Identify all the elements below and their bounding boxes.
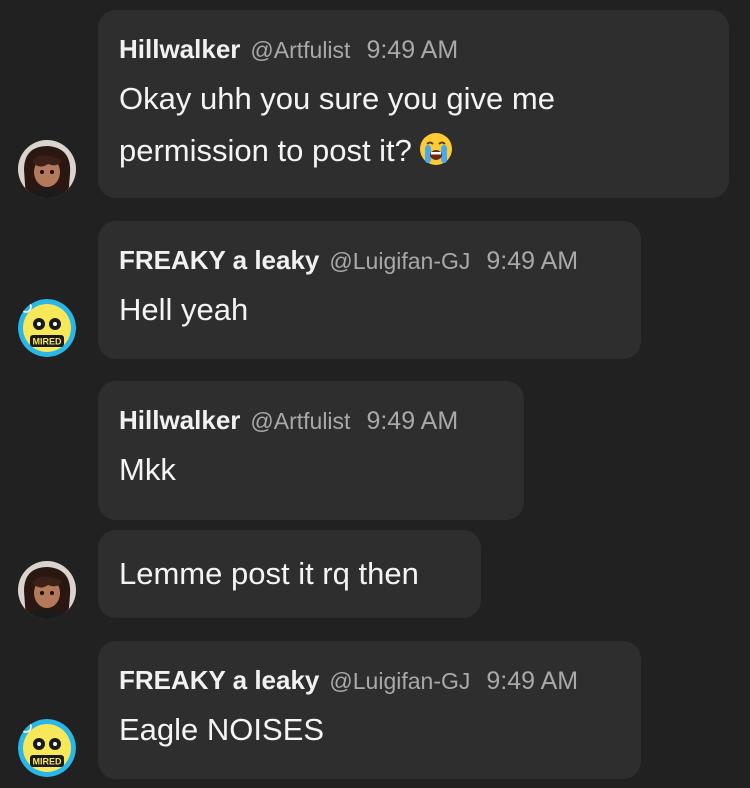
message-text: Hell yeah (119, 292, 249, 327)
message-bubble[interactable]: Hillwalker @Artfulist 9:49 AM Mkk (98, 381, 524, 520)
message-bubble[interactable]: FREAKY a leaky @Luigifan-GJ 9:49 AM Hell… (98, 221, 641, 359)
message-text: Okay uhh you sure you give me permission… (119, 73, 707, 183)
freaky-avatar[interactable]: MIRED (18, 299, 76, 357)
message-header: Hillwalker @Artfulist 9:49 AM (119, 34, 707, 65)
svg-text:MIRED: MIRED (33, 337, 63, 347)
author-name[interactable]: Hillwalker (119, 405, 240, 436)
author-name[interactable]: FREAKY a leaky (119, 245, 319, 276)
message-text: Lemme post it rq then (119, 556, 419, 591)
message-bubble[interactable]: FREAKY a leaky @Luigifan-GJ 9:49 AM Eagl… (98, 641, 641, 779)
hillwalker-avatar[interactable] (18, 561, 76, 619)
message-line-with-emoji: permission to post it? (119, 125, 707, 183)
author-name[interactable]: Hillwalker (119, 34, 240, 65)
message-line: Okay uhh you sure you give me (119, 81, 555, 116)
message-bubble[interactable]: Lemme post it rq then (98, 530, 481, 618)
hillwalker-avatar[interactable] (18, 140, 76, 198)
message-time: 9:49 AM (366, 36, 459, 64)
message-line: permission to post it? (119, 133, 412, 168)
author-handle[interactable]: @Artfulist (250, 408, 350, 435)
message-text: Eagle NOISES (119, 712, 325, 747)
freaky-avatar[interactable]: MIRED (18, 719, 76, 777)
message-header: FREAKY a leaky @Luigifan-GJ 9:49 AM (119, 665, 619, 696)
message-time: 9:49 AM (366, 407, 459, 435)
author-handle[interactable]: @Luigifan-GJ (329, 248, 470, 275)
loudly-crying-face-icon (418, 131, 454, 183)
message-text: Mkk (119, 452, 176, 487)
message-time: 9:49 AM (486, 667, 579, 695)
message-time: 9:49 AM (486, 247, 579, 275)
svg-text:MIRED: MIRED (33, 757, 63, 767)
author-name[interactable]: FREAKY a leaky (119, 665, 319, 696)
author-handle[interactable]: @Luigifan-GJ (329, 668, 470, 695)
message-header: FREAKY a leaky @Luigifan-GJ 9:49 AM (119, 245, 619, 276)
message-bubble[interactable]: Hillwalker @Artfulist 9:49 AM Okay uhh y… (98, 10, 729, 198)
author-handle[interactable]: @Artfulist (250, 37, 350, 64)
message-header: Hillwalker @Artfulist 9:49 AM (119, 405, 502, 436)
chat-thread: Hillwalker @Artfulist 9:49 AM Okay uhh y… (0, 0, 750, 788)
